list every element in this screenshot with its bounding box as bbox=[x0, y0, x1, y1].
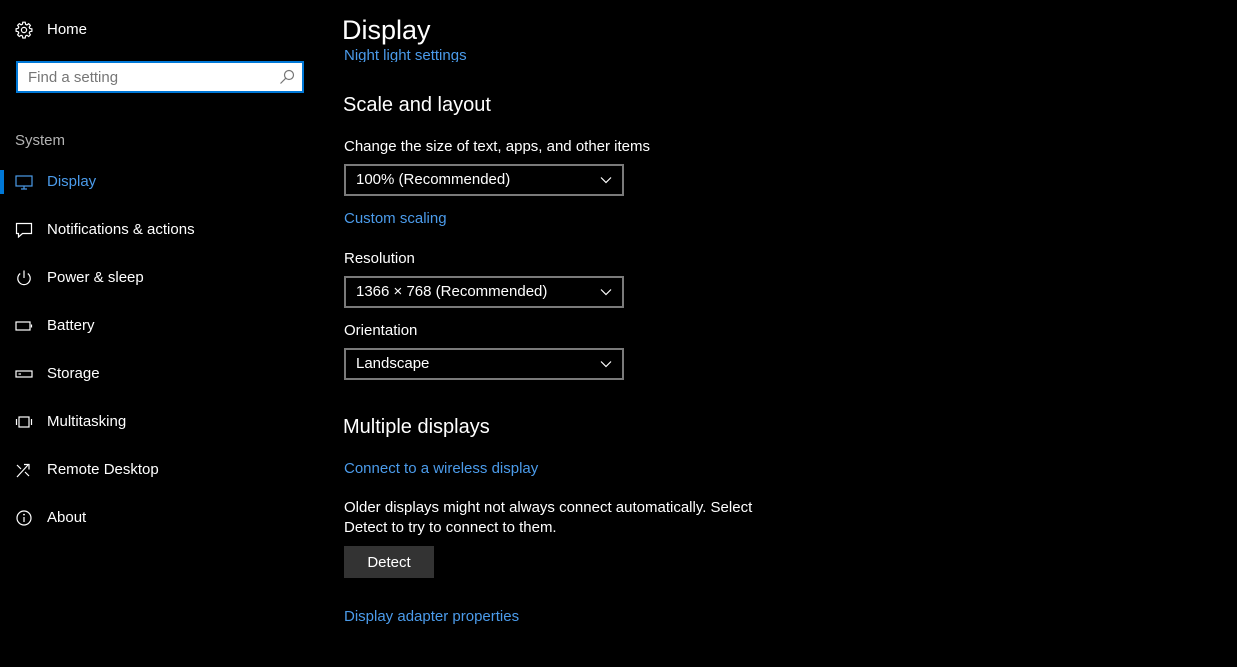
sidebar-item-label: Display bbox=[47, 173, 97, 190]
sidebar-item-display[interactable]: Display bbox=[0, 162, 320, 202]
search-box bbox=[16, 61, 304, 93]
wireless-display-link[interactable]: Connect to a wireless display bbox=[344, 459, 538, 479]
sidebar-item-label: Remote Desktop bbox=[47, 461, 159, 478]
size-label: Change the size of text, apps, and other… bbox=[344, 138, 651, 155]
monitor-icon bbox=[15, 175, 33, 190]
chevron-down-icon bbox=[600, 177, 612, 184]
sidebar-item-label: Battery bbox=[47, 317, 95, 334]
sidebar-item-power-sleep[interactable]: Power & sleep bbox=[0, 258, 320, 298]
detect-button[interactable]: Detect bbox=[344, 546, 434, 578]
home-nav-item[interactable]: Home bbox=[0, 12, 320, 48]
night-light-settings-label: Night light settings bbox=[344, 47, 467, 62]
multiple-displays-heading: Multiple displays bbox=[343, 416, 490, 438]
orientation-label: Orientation bbox=[344, 322, 418, 339]
detect-description: Older displays might not always connect … bbox=[344, 499, 753, 536]
sidebar: Home System Display Notifications & acti… bbox=[0, 0, 320, 667]
sidebar-item-battery[interactable]: Battery bbox=[0, 306, 320, 346]
system-group-label: System bbox=[15, 132, 66, 149]
sidebar-item-multitasking[interactable]: Multitasking bbox=[0, 402, 320, 442]
page-title: Display bbox=[342, 15, 431, 45]
sidebar-item-storage[interactable]: Storage bbox=[0, 354, 320, 394]
display-adapter-properties-link[interactable]: Display adapter properties bbox=[344, 607, 519, 627]
scale-dropdown[interactable]: 100% (Recommended) bbox=[344, 164, 624, 196]
sidebar-item-notifications[interactable]: Notifications & actions bbox=[0, 210, 320, 250]
resolution-label: Resolution bbox=[344, 250, 415, 267]
sidebar-item-about[interactable]: About bbox=[0, 498, 320, 538]
night-light-settings-link[interactable]: Night light settings bbox=[344, 46, 467, 62]
home-label: Home bbox=[47, 21, 88, 38]
power-icon bbox=[17, 270, 31, 286]
storage-icon bbox=[15, 370, 33, 378]
notification-icon bbox=[15, 222, 33, 238]
multitasking-icon bbox=[15, 416, 33, 428]
orientation-dropdown[interactable]: Landscape bbox=[344, 348, 624, 380]
sidebar-item-label: Notifications & actions bbox=[47, 221, 195, 238]
info-icon bbox=[16, 510, 32, 526]
remote-desktop-icon bbox=[16, 463, 30, 478]
resolution-dropdown-value: 1366 × 768 (Recommended) bbox=[356, 283, 548, 300]
sidebar-item-label: Storage bbox=[47, 365, 100, 382]
gear-icon bbox=[15, 21, 33, 39]
sidebar-item-label: Power & sleep bbox=[47, 269, 144, 286]
resolution-dropdown[interactable]: 1366 × 768 (Recommended) bbox=[344, 276, 624, 308]
active-indicator bbox=[0, 170, 4, 194]
scale-layout-heading: Scale and layout bbox=[343, 94, 491, 116]
battery-icon bbox=[15, 321, 33, 331]
chevron-down-icon bbox=[600, 361, 612, 368]
custom-scaling-link[interactable]: Custom scaling bbox=[344, 209, 447, 229]
chevron-down-icon bbox=[600, 289, 612, 296]
sidebar-item-remote-desktop[interactable]: Remote Desktop bbox=[0, 450, 320, 490]
search-icon[interactable] bbox=[279, 69, 295, 85]
sidebar-item-label: About bbox=[47, 509, 87, 526]
search-input[interactable] bbox=[18, 63, 274, 91]
scale-dropdown-value: 100% (Recommended) bbox=[356, 171, 511, 188]
orientation-dropdown-value: Landscape bbox=[356, 355, 430, 372]
sidebar-item-label: Multitasking bbox=[47, 413, 127, 430]
